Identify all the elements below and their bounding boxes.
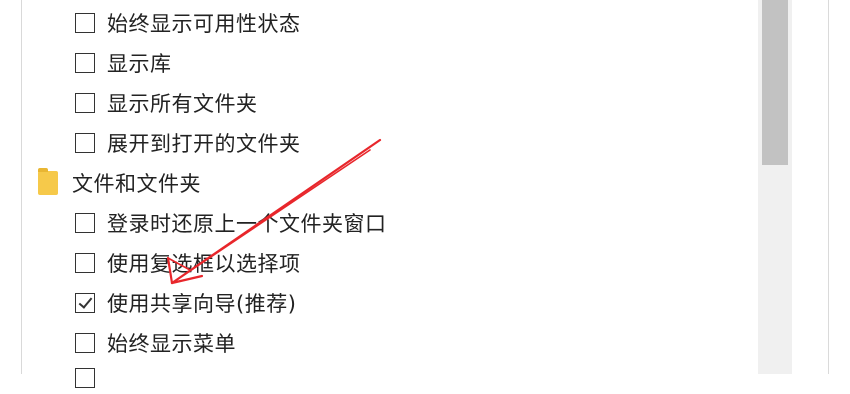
folder-group-files-and-folders[interactable]: 文件和文件夹 bbox=[38, 167, 201, 199]
advanced-settings-tree: 始终显示可用性状态 显示库 显示所有文件夹 展开到打开的文件夹 文件和文件夹 登… bbox=[0, 0, 758, 388]
option-row-always-show-menus[interactable]: 始终显示菜单 bbox=[75, 327, 236, 359]
option-label: 使用共享向导(推荐) bbox=[107, 292, 297, 316]
option-row-show-libraries[interactable]: 显示库 bbox=[75, 47, 172, 79]
checkbox[interactable] bbox=[75, 213, 95, 233]
option-label: 登录时还原上一个文件夹窗口 bbox=[107, 212, 387, 236]
option-row-use-check-boxes[interactable]: 使用复选框以选择项 bbox=[75, 247, 301, 279]
checkbox[interactable] bbox=[75, 333, 95, 353]
option-row-partially-visible[interactable] bbox=[75, 362, 95, 394]
folder-group-label: 文件和文件夹 bbox=[72, 172, 201, 196]
folder-icon bbox=[38, 168, 58, 195]
option-row-restore-previous-folders[interactable]: 登录时还原上一个文件夹窗口 bbox=[75, 207, 387, 239]
option-label: 展开到打开的文件夹 bbox=[107, 132, 301, 156]
option-label: 显示库 bbox=[107, 52, 172, 76]
window-border bbox=[828, 0, 850, 374]
option-label: 始终显示菜单 bbox=[107, 332, 236, 356]
option-row-use-sharing-wizard[interactable]: 使用共享向导(推荐) bbox=[75, 287, 296, 319]
checkbox[interactable] bbox=[75, 13, 95, 33]
vertical-scrollbar[interactable] bbox=[758, 0, 792, 374]
option-row-show-all-folders[interactable]: 显示所有文件夹 bbox=[75, 87, 258, 119]
checkbox[interactable] bbox=[75, 93, 95, 113]
option-label: 始终显示可用性状态 bbox=[107, 12, 301, 36]
checkbox[interactable] bbox=[75, 368, 95, 388]
option-row-expand-to-open-folder[interactable]: 展开到打开的文件夹 bbox=[75, 127, 301, 159]
option-label: 显示所有文件夹 bbox=[107, 92, 258, 116]
right-margin bbox=[792, 0, 828, 374]
option-label: 使用复选框以选择项 bbox=[107, 252, 301, 276]
checkbox-checked[interactable] bbox=[75, 293, 95, 313]
option-row-show-availability-status[interactable]: 始终显示可用性状态 bbox=[75, 7, 301, 39]
checkbox[interactable] bbox=[75, 53, 95, 73]
checkbox[interactable] bbox=[75, 133, 95, 153]
scrollbar-thumb[interactable] bbox=[762, 0, 788, 165]
checkbox[interactable] bbox=[75, 253, 95, 273]
